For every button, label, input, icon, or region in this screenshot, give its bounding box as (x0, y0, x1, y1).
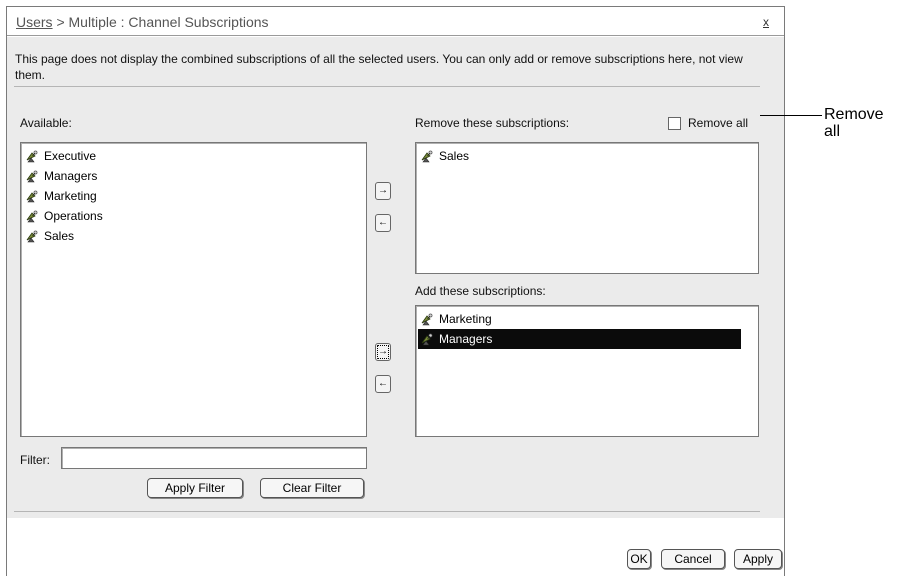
remove-subscriptions-listbox[interactable]: Sales (415, 142, 759, 274)
channel-subscriptions-dialog: Users > Multiple : Channel Subscriptions… (6, 6, 785, 577)
dialog-footer: OK Cancel Apply (7, 518, 784, 577)
satellite-dish-icon (25, 150, 38, 163)
ok-button[interactable]: OK (627, 549, 651, 569)
filter-label: Filter: (20, 453, 50, 467)
remove-all-label[interactable]: Remove all (688, 116, 748, 130)
list-item[interactable]: Marketing (418, 309, 758, 329)
remove-all-checkbox[interactable] (668, 117, 681, 130)
satellite-dish-icon (25, 230, 38, 243)
satellite-dish-icon (420, 150, 433, 163)
available-listbox[interactable]: Executive Managers Marketing Operations Sale… (20, 142, 367, 437)
list-item-label: Operations (44, 208, 103, 223)
apply-button[interactable]: Apply (734, 549, 782, 569)
move-to-add-button[interactable]: → (375, 343, 391, 361)
breadcrumb-users-link[interactable]: Users (16, 14, 53, 30)
add-subscriptions-label: Add these subscriptions: (415, 284, 546, 298)
list-item[interactable]: Sales (23, 226, 366, 246)
info-message: This page does not display the combined … (15, 52, 743, 82)
list-item-label: Sales (439, 148, 470, 163)
title-bar: Users > Multiple : Channel Subscriptions… (7, 7, 784, 36)
callout-line1: Remove (824, 106, 884, 123)
apply-filter-button[interactable]: Apply Filter (147, 478, 243, 498)
cancel-button[interactable]: Cancel (661, 549, 725, 569)
satellite-dish-icon (25, 170, 38, 183)
move-from-add-button[interactable]: ← (375, 375, 391, 393)
satellite-dish-icon (25, 210, 38, 223)
list-item[interactable]: Managers (418, 329, 741, 349)
add-subscriptions-listbox[interactable]: Marketing Managers (415, 305, 759, 437)
list-item[interactable]: Operations (23, 206, 366, 226)
satellite-dish-icon (420, 333, 433, 346)
clear-filter-button[interactable]: Clear Filter (260, 478, 364, 498)
list-item-label: Executive (44, 148, 97, 163)
list-item-label: Managers (439, 331, 493, 346)
callout-line (760, 115, 822, 116)
list-item-label: Sales (44, 228, 75, 243)
list-item[interactable]: Executive (23, 146, 366, 166)
filter-input[interactable] (61, 447, 367, 469)
callout-line2: all (824, 123, 841, 140)
title-text: > Multiple : Channel Subscriptions (52, 14, 269, 30)
list-item[interactable]: Marketing (23, 186, 366, 206)
move-to-remove-button[interactable]: → (375, 182, 391, 200)
list-item-label: Managers (44, 168, 98, 183)
remove-subscriptions-label: Remove these subscriptions: (415, 116, 570, 130)
list-item[interactable]: Sales (418, 146, 758, 166)
divider (14, 511, 760, 512)
list-item[interactable]: Managers (23, 166, 366, 186)
page-title: Users > Multiple : Channel Subscriptions (16, 14, 269, 30)
callout-remove-all: Remove all (824, 106, 884, 140)
dialog-body: This page does not display the combined … (7, 37, 784, 577)
satellite-dish-icon (420, 313, 433, 326)
available-label: Available: (20, 116, 72, 130)
list-item-label: Marketing (44, 188, 97, 203)
move-from-remove-button[interactable]: ← (375, 214, 391, 232)
satellite-dish-icon (25, 190, 38, 203)
list-item-label: Marketing (439, 311, 492, 326)
close-button[interactable]: x (763, 15, 769, 29)
divider (14, 86, 760, 87)
